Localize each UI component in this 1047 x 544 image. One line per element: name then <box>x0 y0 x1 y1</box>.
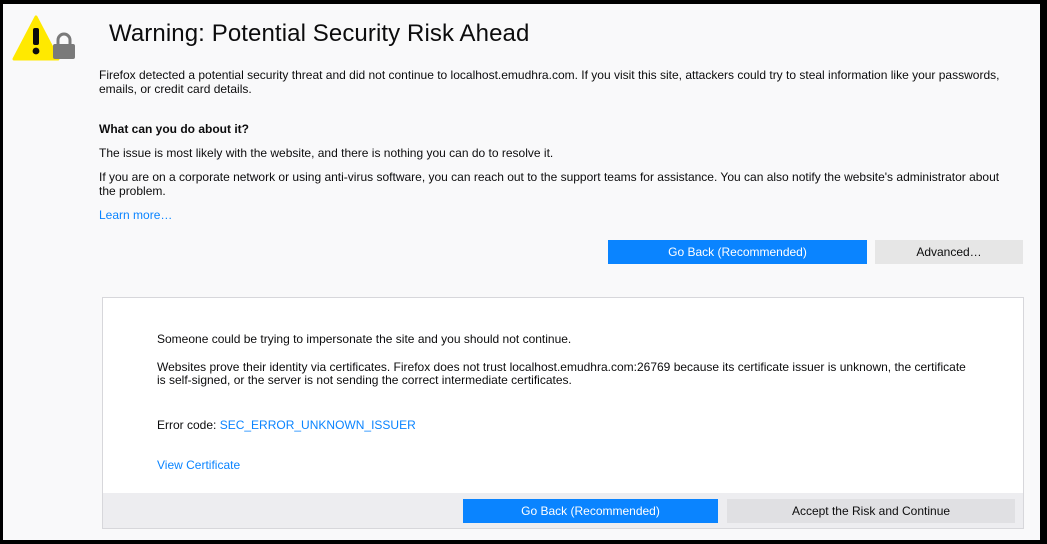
go-back-button[interactable]: Go Back (Recommended) <box>608 240 867 264</box>
error-code-label: Error code: <box>157 418 220 432</box>
corporate-network-text: If you are on a corporate network or usi… <box>99 170 1000 198</box>
advanced-panel: Someone could be trying to impersonate t… <box>102 297 1024 529</box>
certificate-explanation-text: Websites prove their identity via certif… <box>157 360 966 387</box>
error-page: Warning: Potential Security Risk Ahead F… <box>3 4 1040 540</box>
issue-text: The issue is most likely with the websit… <box>99 146 554 160</box>
go-back-button-bottom[interactable]: Go Back (Recommended) <box>463 499 718 523</box>
error-code-link[interactable]: SEC_ERROR_UNKNOWN_ISSUER <box>220 418 416 432</box>
impersonate-text: Someone could be trying to impersonate t… <box>157 332 572 346</box>
page-title: Warning: Potential Security Risk Ahead <box>109 20 530 47</box>
error-code-line: Error code: SEC_ERROR_UNKNOWN_ISSUER <box>157 419 977 432</box>
advanced-panel-footer: Go Back (Recommended) Accept the Risk an… <box>103 493 1023 528</box>
view-certificate-link[interactable]: View Certificate <box>157 458 240 472</box>
intro-text: Firefox detected a potential security th… <box>99 68 1000 96</box>
learn-more-link[interactable]: Learn more… <box>99 208 172 222</box>
warning-lock-icon <box>12 15 80 65</box>
advanced-button[interactable]: Advanced… <box>875 240 1023 264</box>
accept-risk-button[interactable]: Accept the Risk and Continue <box>727 499 1015 523</box>
what-can-you-do-heading: What can you do about it? <box>99 122 249 136</box>
